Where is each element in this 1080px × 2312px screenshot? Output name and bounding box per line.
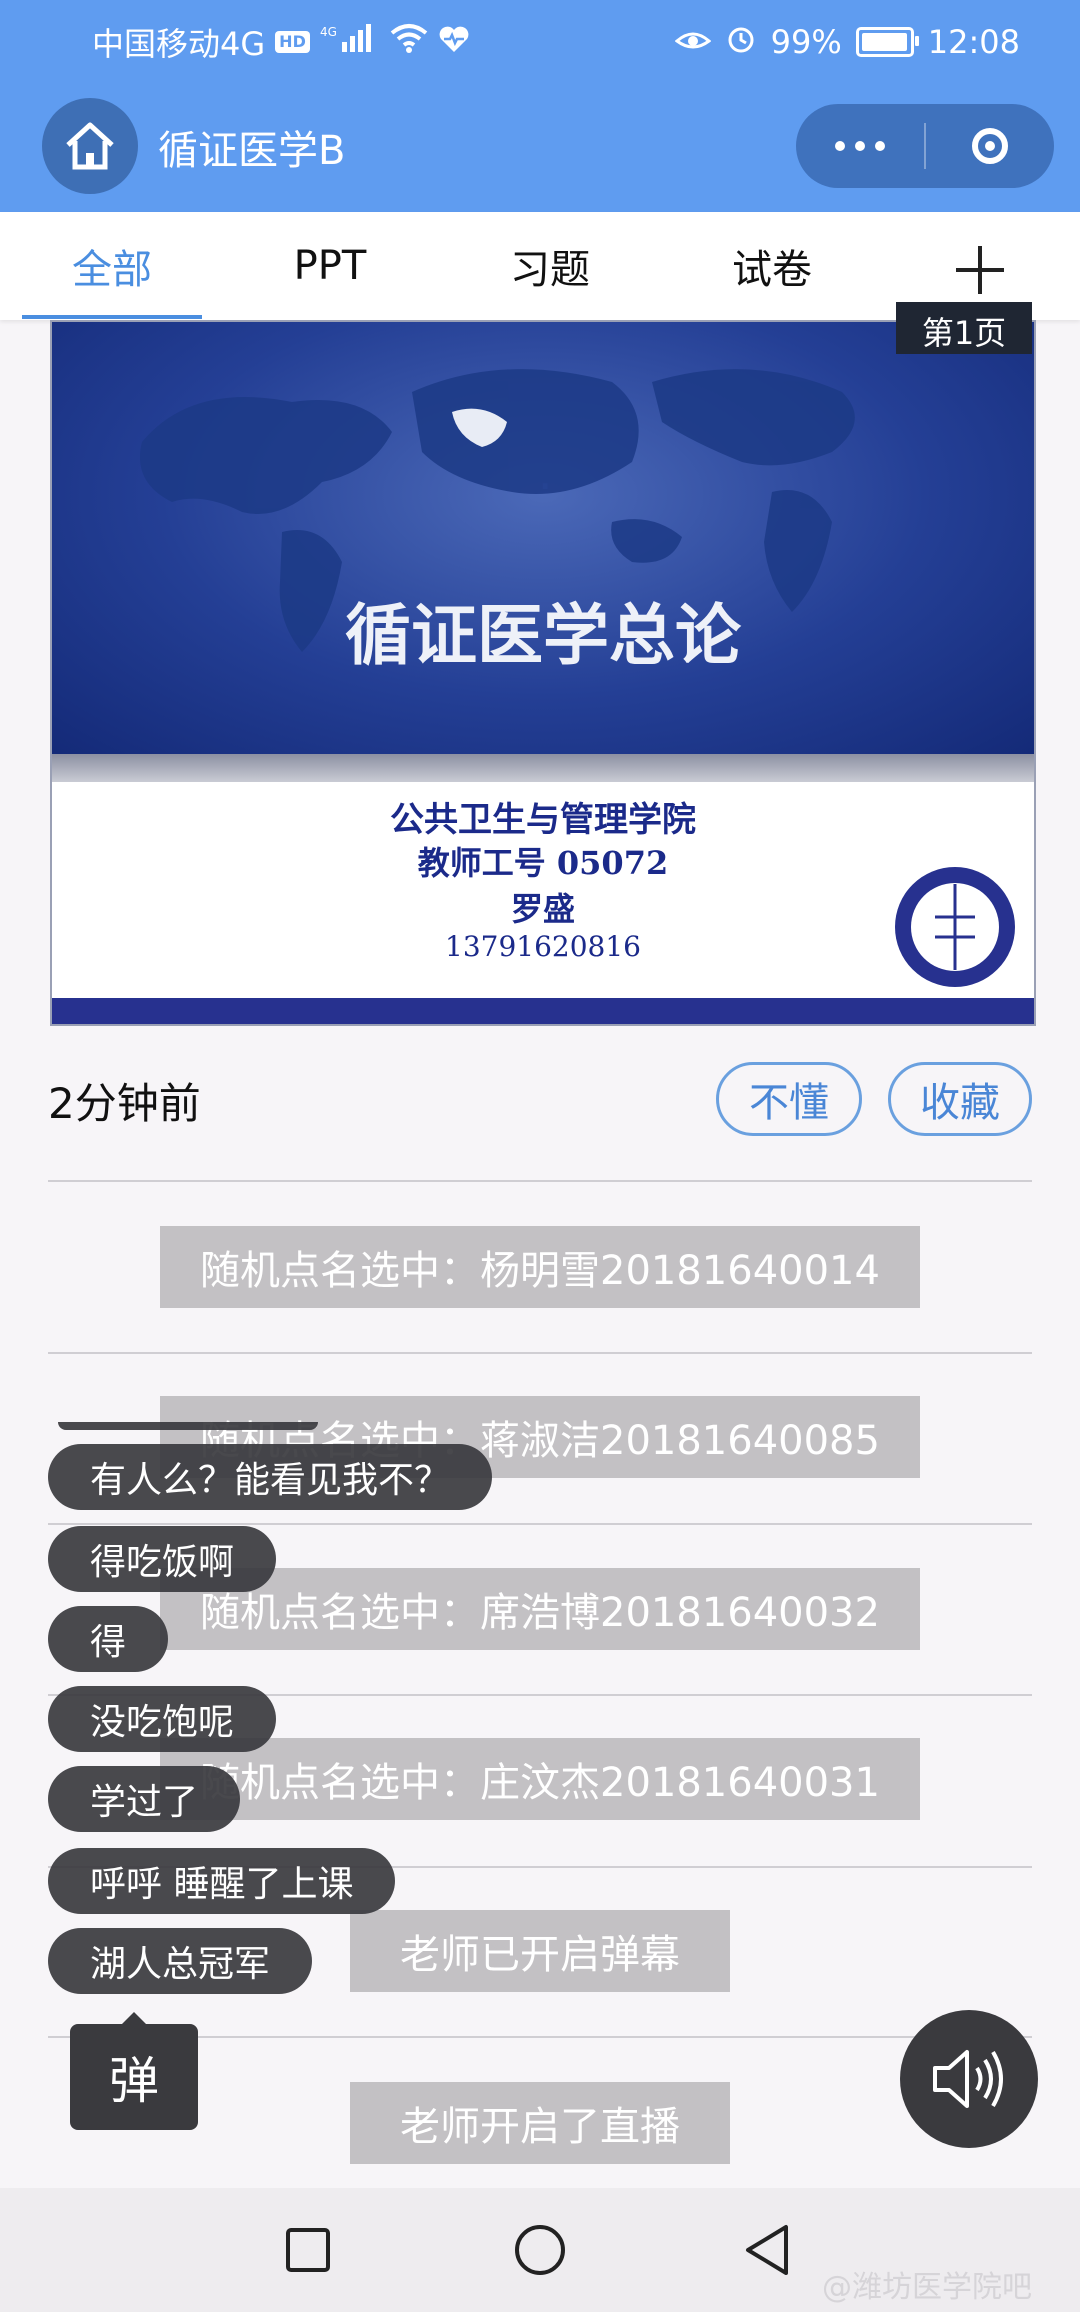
danmaku-bubble: 得吃饭啊 — [48, 1526, 277, 1592]
home-button[interactable] — [42, 98, 138, 194]
slide-college: 公共卫生与管理学院 — [390, 800, 696, 840]
signal-icon: 4G — [320, 22, 380, 62]
slide-title: 循证医学总论 — [345, 596, 741, 674]
post-time: 2分钟前 — [48, 1079, 201, 1128]
health-heart-icon — [438, 23, 470, 61]
slide-phone: 13791620816 — [445, 930, 641, 963]
danmaku-bubble: 呼呼 睡醒了上课 — [48, 1848, 396, 1914]
carrier-name: 中国移动4G — [92, 25, 266, 63]
danmaku-bubble-partial — [58, 1422, 318, 1430]
alarm-icon — [725, 22, 757, 62]
record-target-icon — [972, 128, 1008, 164]
svg-text:4G: 4G — [320, 25, 337, 39]
close-capsule-button[interactable] — [926, 128, 1054, 164]
status-bar-right: 99% 12:08 — [674, 18, 1020, 66]
more-dots-icon[interactable] — [796, 141, 924, 151]
live-started-notice: 老师开启了直播 — [350, 2082, 730, 2164]
tab-all[interactable]: 全部 — [22, 212, 202, 320]
plus-icon[interactable] — [950, 240, 1010, 300]
nav-home-icon — [515, 2225, 565, 2275]
sound-icon — [933, 2050, 1003, 2108]
slide-separator — [52, 754, 1034, 782]
wifi-icon — [390, 23, 428, 61]
roll-call-notice: 随机点名选中：杨明雪20181640014 — [160, 1226, 920, 1308]
danmaku-bubble: 有人么？能看见我不？ — [48, 1444, 493, 1510]
danmaku-bubble: 湖人总冠军 — [48, 1928, 313, 1994]
watermark: @潍坊医学院吧 — [822, 2270, 1032, 2305]
status-bar-left: 中国移动4G HD 4G — [92, 18, 470, 66]
hd-badge: HD — [275, 31, 310, 53]
nav-home-button[interactable] — [504, 2214, 576, 2286]
tab-exam[interactable]: 试卷 — [682, 212, 862, 320]
danmaku-bubble: 没吃饱呢 — [48, 1686, 277, 1752]
slide-bottom-bar — [52, 998, 1034, 1024]
university-logo — [895, 867, 1015, 987]
slide-world-map-background: · 循证医学总论 — [52, 322, 1034, 754]
clock: 12:08 — [927, 23, 1020, 61]
nav-back-button[interactable] — [732, 2214, 804, 2286]
page-number-badge: 第1页 — [896, 302, 1032, 354]
danmaku-bubble: 得 — [48, 1606, 169, 1672]
slide-teacher-name: 罗盛 — [510, 890, 575, 928]
roll-call-notice: 随机点名选中：席浩博20181640032 — [160, 1568, 920, 1650]
battery-percent: 99% — [770, 23, 842, 61]
eye-comfort-icon — [674, 23, 712, 61]
danmaku-enabled-notice: 老师已开启弹幕 — [350, 1910, 730, 1992]
slide-teacher-id: 教师工号 05072 — [417, 844, 669, 882]
danmaku-toggle-button[interactable]: 弹 — [70, 2024, 198, 2130]
active-tab-indicator — [22, 315, 202, 319]
mini-program-capsule — [796, 104, 1054, 188]
page-title: 循证医学B — [158, 128, 346, 174]
nav-recent-button[interactable] — [272, 2214, 344, 2286]
tab-exercises[interactable]: 习题 — [460, 212, 640, 320]
roll-call-notice: 随机点名选中：庄汶杰20181640031 — [160, 1738, 920, 1820]
nav-back-icon — [746, 2225, 788, 2275]
divider — [48, 1180, 1032, 1182]
ppt-slide-thumbnail[interactable]: · 循证医学总论 公共卫生与管理学院 教师工号 05072 罗盛 1379162… — [50, 320, 1036, 1026]
divider — [48, 1523, 1032, 1525]
sound-button[interactable] — [900, 2010, 1038, 2148]
home-icon — [66, 122, 114, 170]
nav-recent-icon — [286, 2228, 330, 2272]
danmaku-bubble: 学过了 — [48, 1766, 241, 1832]
battery-icon — [855, 27, 919, 57]
favorite-button[interactable]: 收藏 — [888, 1062, 1032, 1136]
not-understand-button[interactable]: 不懂 — [716, 1062, 862, 1136]
svg-text:·: · — [538, 459, 553, 513]
divider — [48, 1352, 1032, 1354]
tab-ppt[interactable]: PPT — [240, 212, 420, 320]
